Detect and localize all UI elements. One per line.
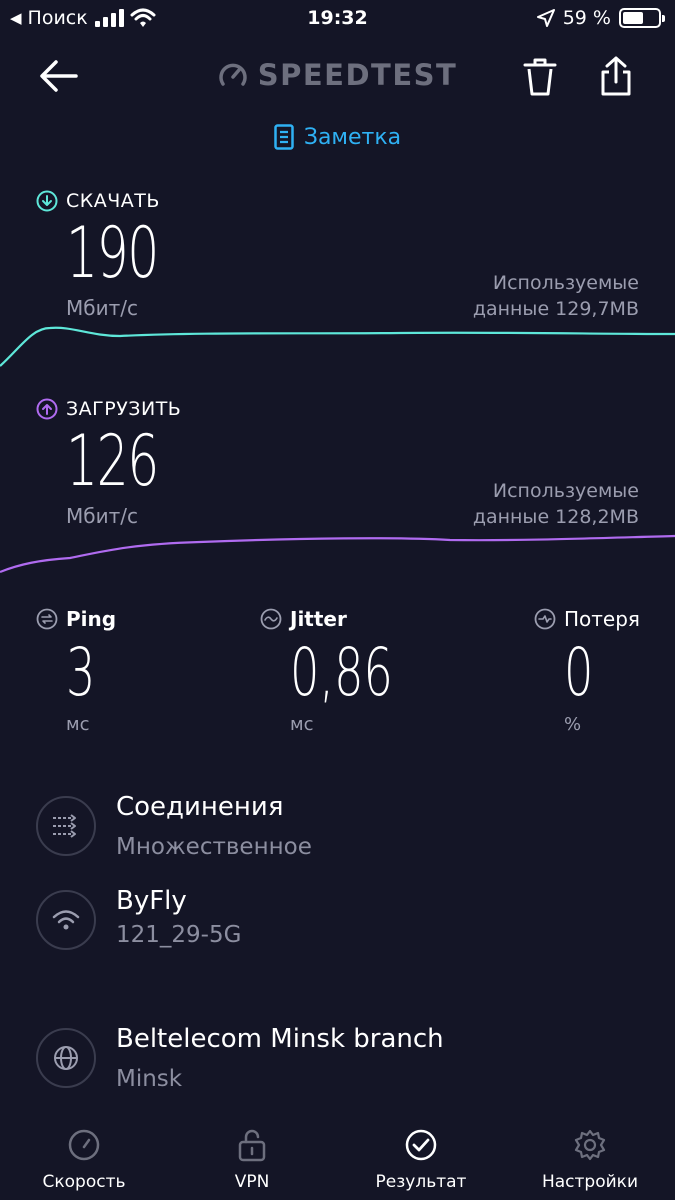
upload-label-row: ЗАГРУЗИТЬ xyxy=(36,398,181,420)
ping-value: 3 xyxy=(66,634,96,711)
download-speed-value: 190 xyxy=(66,212,159,294)
loss-label-row: Потеря xyxy=(534,607,640,631)
tab-settings[interactable]: Настройки xyxy=(520,1128,660,1192)
connections-icon xyxy=(36,796,96,856)
logo-text: SPEEDTEST xyxy=(257,58,458,92)
jitter-unit: мс xyxy=(290,714,314,735)
connections-title: Соединения xyxy=(116,792,284,822)
trash-icon[interactable] xyxy=(520,56,560,98)
speedtest-logo: SPEEDTEST xyxy=(0,58,675,92)
upload-unit: Мбит/с xyxy=(66,504,138,528)
share-icon[interactable] xyxy=(596,54,636,98)
tab-results-label: Результат xyxy=(375,1172,467,1192)
upload-used-data: Используемые данные 128,2MB xyxy=(473,478,639,530)
upload-speed-value: 126 xyxy=(66,420,159,502)
loss-unit: % xyxy=(564,714,582,735)
connections-subtitle: Множественное xyxy=(116,834,312,860)
server-icon xyxy=(36,1028,96,1088)
packet-loss-icon xyxy=(534,608,556,630)
network-subtitle: 121_29-5G xyxy=(116,922,242,948)
tab-results[interactable]: Результат xyxy=(351,1128,491,1192)
download-speed-graph xyxy=(0,326,675,367)
upload-arrow-icon xyxy=(36,398,58,420)
server-subtitle: Minsk xyxy=(116,1066,183,1092)
gauge-icon xyxy=(68,1129,100,1161)
tab-settings-label: Настройки xyxy=(541,1172,638,1192)
download-used-data: Используемые данные 129,7MB xyxy=(473,270,639,322)
jitter-label: Jitter xyxy=(290,607,347,631)
note-button[interactable]: Заметка xyxy=(0,124,675,150)
battery-level-fill xyxy=(623,12,643,24)
download-used-line1: Используемые xyxy=(492,272,639,294)
note-label: Заметка xyxy=(303,124,402,150)
jitter-value: 0,86 xyxy=(290,634,393,711)
upload-used-line1: Используемые xyxy=(492,480,639,502)
upload-label: ЗАГРУЗИТЬ xyxy=(66,398,182,420)
globe-icon xyxy=(54,1046,78,1070)
tab-vpn[interactable]: VPN xyxy=(182,1128,322,1192)
loss-label: Потеря xyxy=(564,607,640,631)
ping-icon xyxy=(36,608,58,630)
speedometer-logo-icon xyxy=(219,63,247,86)
tab-speed[interactable]: Скорость xyxy=(14,1128,154,1192)
status-right: 59 % xyxy=(536,7,665,29)
note-icon xyxy=(274,124,294,150)
battery-icon xyxy=(619,8,665,28)
upload-speed-graph xyxy=(0,534,675,574)
check-circle-icon xyxy=(405,1129,437,1161)
ping-unit: мс xyxy=(66,714,90,735)
network-title: ByFly xyxy=(116,886,187,916)
download-arrow-icon xyxy=(36,190,58,212)
server-title: Beltelecom Minsk branch xyxy=(116,1024,444,1054)
ping-label-row: Ping xyxy=(36,607,116,631)
download-label-row: СКАЧАТЬ xyxy=(36,190,160,212)
location-arrow-icon xyxy=(536,9,555,27)
battery-percent: 59 % xyxy=(562,7,611,29)
multiple-connections-icon xyxy=(53,814,76,838)
jitter-icon xyxy=(260,608,282,630)
status-bar: ◀ Поиск 19:32 59 % xyxy=(0,0,675,38)
ping-label: Ping xyxy=(66,607,117,631)
wifi-icon xyxy=(52,910,80,930)
jitter-label-row: Jitter xyxy=(260,607,347,631)
network-icon xyxy=(36,890,96,950)
download-unit: Мбит/с xyxy=(66,296,138,320)
gear-icon xyxy=(574,1129,606,1161)
loss-value: 0 xyxy=(564,634,594,711)
tab-vpn-label: VPN xyxy=(234,1172,270,1192)
tab-speed-label: Скорость xyxy=(42,1172,126,1192)
lock-icon xyxy=(238,1129,266,1162)
download-label: СКАЧАТЬ xyxy=(66,190,160,212)
